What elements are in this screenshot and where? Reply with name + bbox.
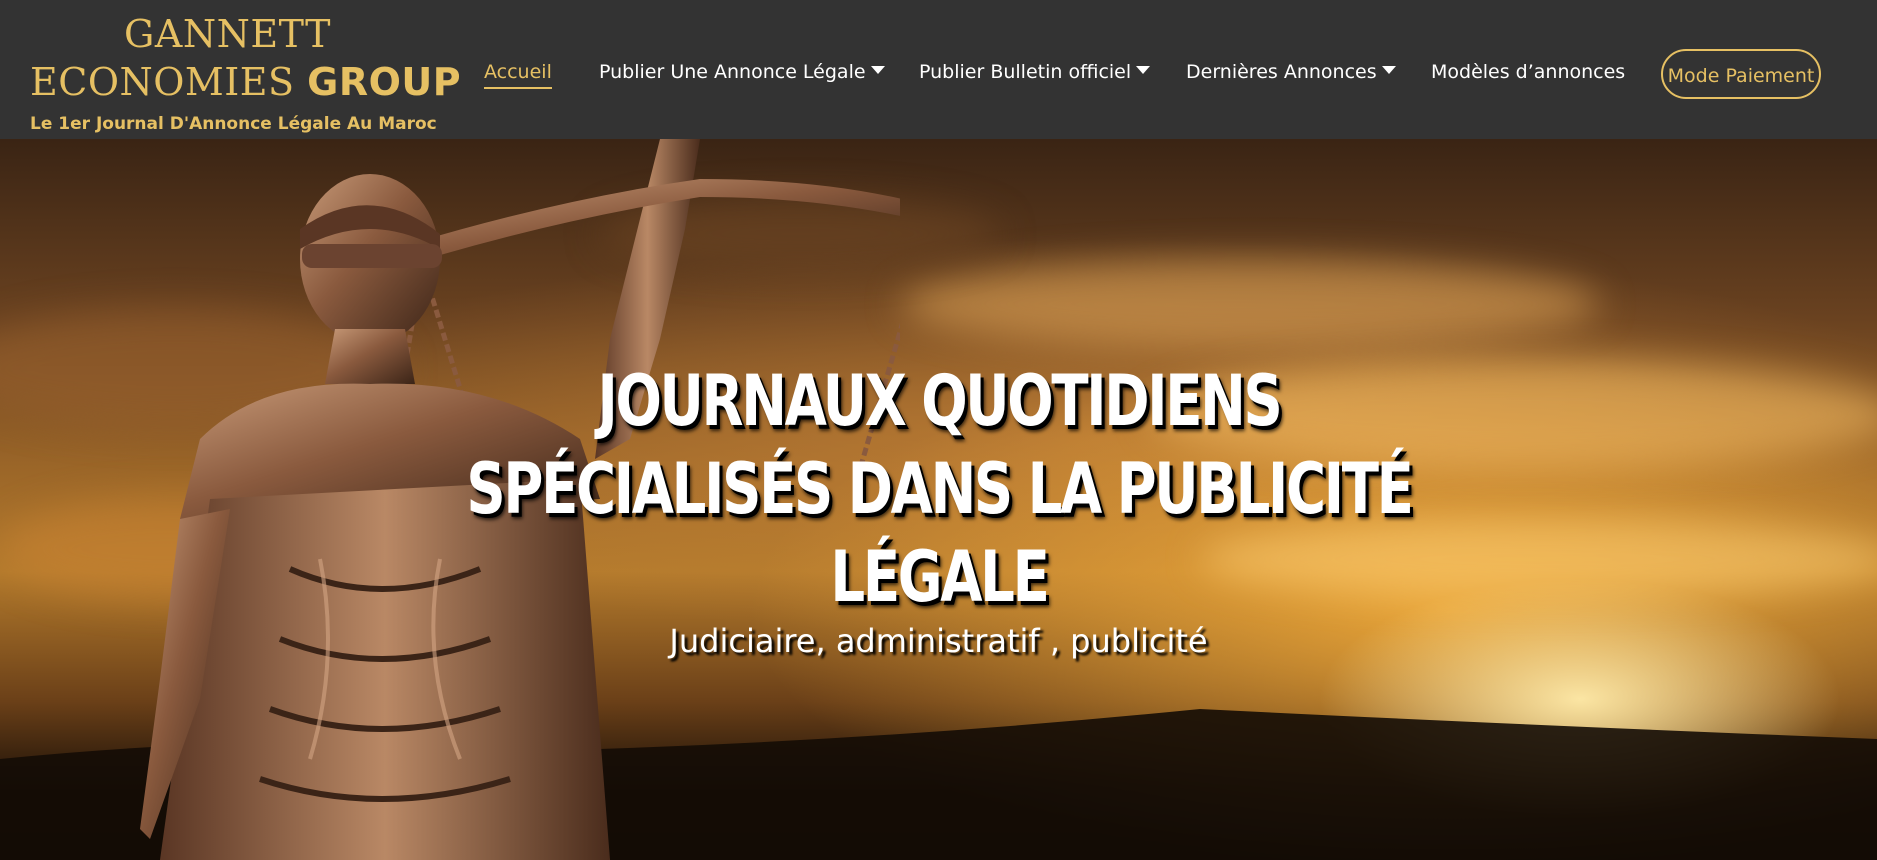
hero-text: JOURNAUX QUOTIDIENS SPÉCIALISÉS DANS LA …	[0, 357, 1877, 661]
nav-item-label: Publier Bulletin officiel	[919, 61, 1132, 83]
nav-item-publier-bulletin[interactable]: Publier Bulletin officiel	[919, 57, 1151, 87]
nav-item-dernieres-annonces[interactable]: Dernières Annonces	[1186, 57, 1396, 87]
nav-item-accueil[interactable]: Accueil	[484, 57, 552, 89]
hero-subtitle: Judiciaire, administratif , publicité	[669, 622, 1208, 660]
nav-item-modeles[interactable]: Modèles d’annonces	[1431, 57, 1625, 87]
nav-item-label: Publier Une Annonce Légale	[599, 61, 866, 83]
brand-tagline: Le 1er Journal D'Annonce Légale Au Maroc	[30, 114, 437, 134]
chevron-down-icon	[870, 66, 885, 74]
nav-item-publier-annonce[interactable]: Publier Une Annonce Légale	[599, 57, 885, 87]
nav-item-label: Dernières Annonces	[1186, 61, 1377, 83]
top-navbar: GANNETT ECONOMIES GROUP Le 1er Journal D…	[0, 0, 1877, 139]
hero-banner: JOURNAUX QUOTIDIENS SPÉCIALISÉS DANS LA …	[0, 139, 1877, 860]
main-nav: Accueil Publier Une Annonce Légale Publi…	[0, 57, 1877, 89]
hero-title: JOURNAUX QUOTIDIENS SPÉCIALISÉS DANS LA …	[465, 360, 1413, 618]
chevron-down-icon	[1381, 66, 1396, 74]
mode-paiement-button[interactable]: Mode Paiement	[1661, 49, 1821, 99]
nav-item-label: Modèles d’annonces	[1431, 61, 1626, 83]
nav-item-label: Accueil	[484, 61, 552, 83]
brand-name-line1: GANNETT	[124, 12, 331, 56]
chevron-down-icon	[1136, 66, 1151, 74]
